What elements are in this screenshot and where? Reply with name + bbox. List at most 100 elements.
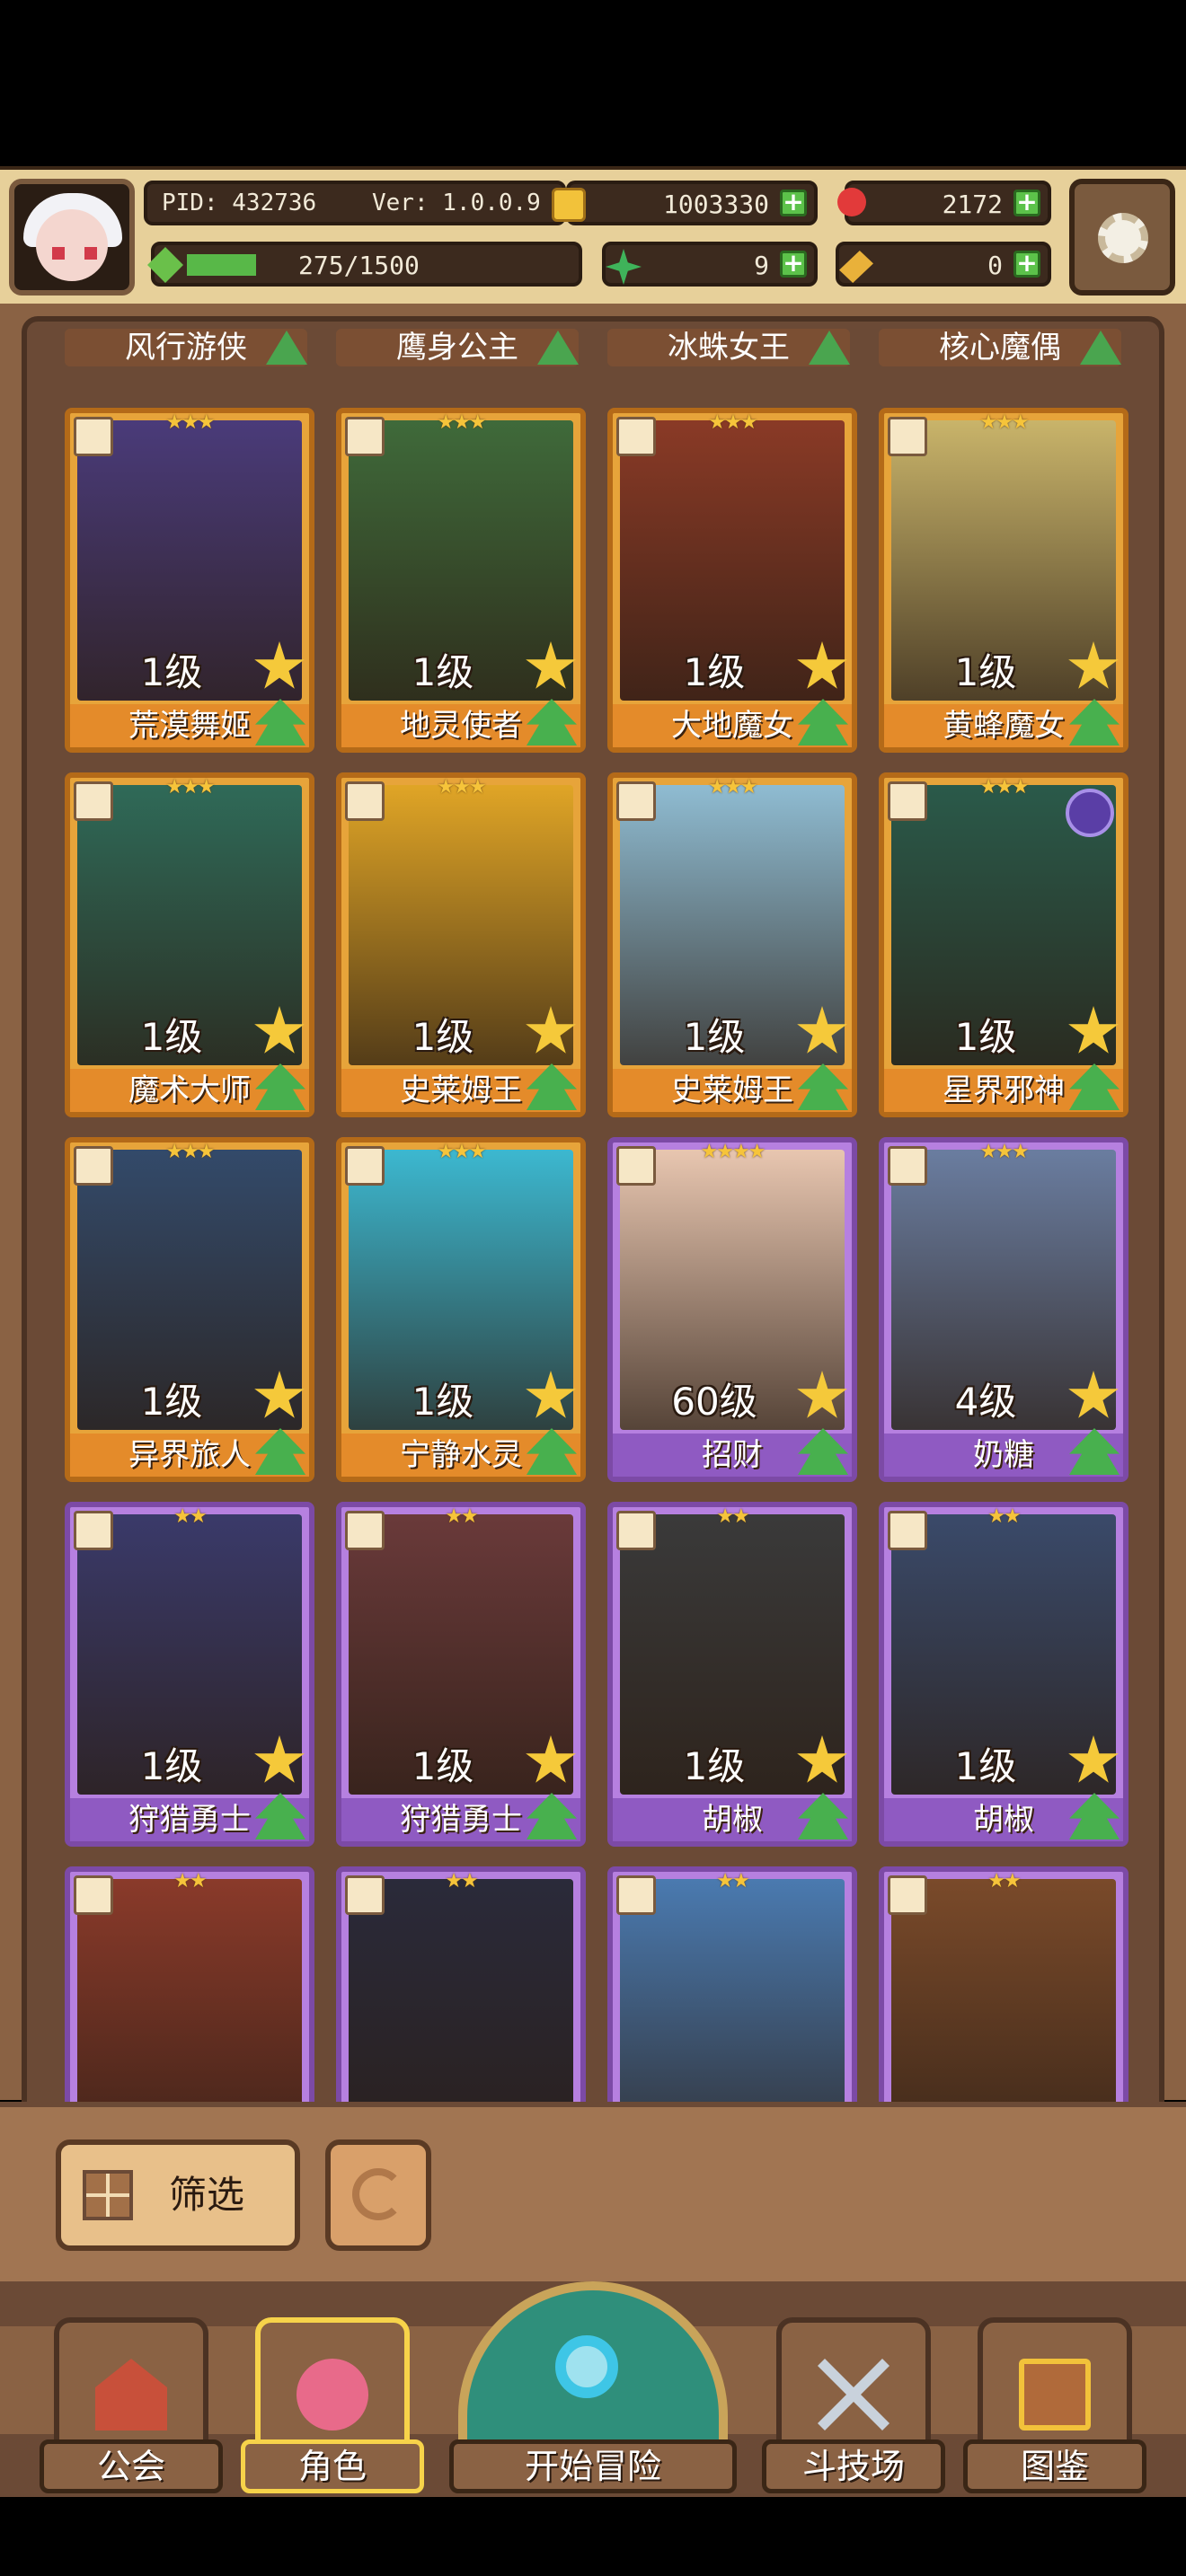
settings-button[interactable] — [1069, 179, 1175, 296]
character-board[interactable]: 风行游侠 鹰身公主 冰蛛女王 核心魔偶 ★★★ 1级 荒漠舞姬 ★★★ 1级 地灵使者 ★★★ 1级… — [22, 316, 1164, 2130]
character-portrait — [891, 1879, 1116, 2125]
character-card[interactable]: ★★ 1级 狩猎勇士 — [65, 1502, 314, 1847]
nav-arena[interactable]: 斗技场 — [762, 2317, 945, 2493]
character-level: 1级 — [683, 650, 746, 694]
character-level: 1级 — [683, 1015, 746, 1059]
character-list-area: 风行游侠 鹰身公主 冰蛛女王 核心魔偶 ★★★ 1级 荒漠舞姬 ★★★ 1级 地灵使者 ★★★ 1级… — [0, 304, 1186, 2130]
pid-version-panel: PID: 432736 Ver: 1.0.0.9 — [144, 181, 566, 225]
partial-card-name[interactable]: 核心魔偶 — [879, 329, 1121, 366]
nav-character-label: 角色 — [241, 2439, 424, 2493]
nav-guild[interactable]: 公会 — [40, 2317, 223, 2493]
coin-icon — [552, 188, 586, 222]
character-card[interactable]: ★★★ 1级 荒漠舞姬 — [65, 408, 314, 753]
character-card[interactable]: ★★★ 1级 史莱姆王 — [607, 772, 857, 1117]
gem-count: 2172 — [942, 190, 1003, 219]
rarity-stars: ★★ — [173, 1870, 207, 1892]
clover-icon — [606, 249, 642, 285]
character-portrait — [349, 1879, 573, 2125]
rarity-stars: ★★★ — [165, 411, 215, 434]
rarity-stars: ★★ — [445, 1870, 478, 1892]
nav-adventure[interactable]: 开始冒险 — [449, 2281, 737, 2493]
clover-panel: 9 + — [602, 242, 818, 287]
rarity-stars: ★★ — [987, 1870, 1021, 1892]
reset-button[interactable] — [325, 2139, 431, 2251]
refresh-icon — [352, 2168, 404, 2220]
character-card[interactable]: ★★★ 1级 宁静水灵 — [336, 1137, 586, 1482]
guild-house-icon — [95, 2359, 167, 2430]
character-card[interactable]: ★★ — [65, 1866, 314, 2125]
add-gems-button[interactable]: + — [1013, 190, 1040, 216]
upgrade-arrow-icon — [266, 331, 307, 365]
character-level: 1级 — [683, 1744, 746, 1788]
rarity-stars: ★★★ — [708, 776, 757, 798]
nav-adventure-label: 开始冒险 — [449, 2439, 737, 2493]
character-card[interactable]: ★★ — [336, 1866, 586, 2125]
partial-card-name[interactable]: 鹰身公主 — [336, 329, 579, 366]
character-card[interactable]: ★★★★ 60级 招财 — [607, 1137, 857, 1482]
coin-panel: 1003330 + — [552, 181, 818, 225]
stamina-text: 275/1500 — [298, 251, 420, 280]
rarity-stars: ★★ — [716, 1505, 749, 1528]
character-card[interactable]: ★★★ 1级 黄蜂魔女 — [879, 408, 1128, 753]
character-card[interactable]: ★★ 1级 狩猎勇士 — [336, 1502, 586, 1847]
version-text: Ver: 1.0.0.9 — [372, 190, 541, 216]
book-icon — [1019, 2359, 1091, 2430]
character-level: 1级 — [140, 1015, 203, 1059]
nav-bottom-edge — [0, 2497, 1186, 2576]
upgrade-arrow-icon — [809, 331, 850, 365]
key-panel: 0 + — [836, 242, 1051, 287]
add-clovers-button[interactable]: + — [780, 251, 807, 278]
character-card[interactable]: ★★★ 1级 异界旅人 — [65, 1137, 314, 1482]
ruby-icon — [837, 188, 866, 216]
character-level: 1级 — [412, 1380, 474, 1424]
add-keys-button[interactable]: + — [1013, 251, 1040, 278]
filter-button[interactable]: 筛选 — [56, 2139, 300, 2251]
character-level: 1级 — [140, 1744, 203, 1788]
character-card[interactable]: ★★ — [879, 1866, 1128, 2125]
avatar-face — [36, 209, 108, 281]
character-level: 1级 — [140, 650, 203, 694]
grid-icon — [83, 2170, 133, 2220]
character-level: 4级 — [954, 1380, 1017, 1424]
character-level: 1级 — [412, 1015, 474, 1059]
avatar-eye — [84, 247, 97, 260]
rarity-stars: ★★ — [987, 1505, 1021, 1528]
character-card[interactable]: ★★★ 4级 奶糖 — [879, 1137, 1128, 1482]
rarity-stars: ★★★ — [437, 776, 486, 798]
character-face-icon — [296, 2359, 368, 2430]
character-card[interactable]: ★★★ 1级 大地魔女 — [607, 408, 857, 753]
add-coins-button[interactable]: + — [780, 190, 807, 216]
element-orb-icon — [1066, 789, 1114, 837]
nav-codex-label: 图鉴 — [963, 2439, 1146, 2493]
character-card[interactable]: ★★ 1级 胡椒 — [607, 1502, 857, 1847]
character-level: 1级 — [954, 1744, 1017, 1788]
character-card[interactable]: ★★ 1级 胡椒 — [879, 1502, 1128, 1847]
character-card[interactable]: ★★ — [607, 1866, 857, 2125]
nav-arena-label: 斗技场 — [762, 2439, 945, 2493]
rarity-stars: ★★★ — [165, 1141, 215, 1163]
crossed-swords-icon — [818, 2359, 890, 2430]
character-card[interactable]: ★★★ 1级 地灵使者 — [336, 408, 586, 753]
clover-stamina-icon — [147, 247, 183, 283]
character-card[interactable]: ★★★ 1级 史莱姆王 — [336, 772, 586, 1117]
rarity-stars: ★★ — [716, 1870, 749, 1892]
nav-codex[interactable]: 图鉴 — [963, 2317, 1146, 2493]
key-count: 0 — [987, 251, 1003, 280]
upgrade-arrow-icon — [1080, 331, 1121, 365]
pid-text: PID: 432736 — [162, 190, 317, 216]
avatar-eye — [52, 247, 65, 260]
rarity-stars: ★★★ — [979, 411, 1029, 434]
rarity-stars: ★★★★ — [700, 1141, 766, 1163]
character-card[interactable]: ★★★ 1级 魔术大师 — [65, 772, 314, 1117]
player-avatar[interactable] — [9, 179, 135, 296]
magnifier-icon — [555, 2335, 618, 2398]
character-level: 1级 — [954, 1015, 1017, 1059]
filter-label: 筛选 — [169, 2173, 245, 2217]
character-portrait — [77, 1879, 302, 2125]
partial-card-name[interactable]: 冰蛛女王 — [607, 329, 850, 366]
partial-card-name[interactable]: 风行游侠 — [65, 329, 307, 366]
character-card[interactable]: ★★★ 1级 星界邪神 — [879, 772, 1128, 1117]
character-level: 1级 — [140, 1380, 203, 1424]
stamina-panel: 275/1500 — [147, 242, 582, 287]
nav-character[interactable]: 角色 — [241, 2317, 424, 2493]
